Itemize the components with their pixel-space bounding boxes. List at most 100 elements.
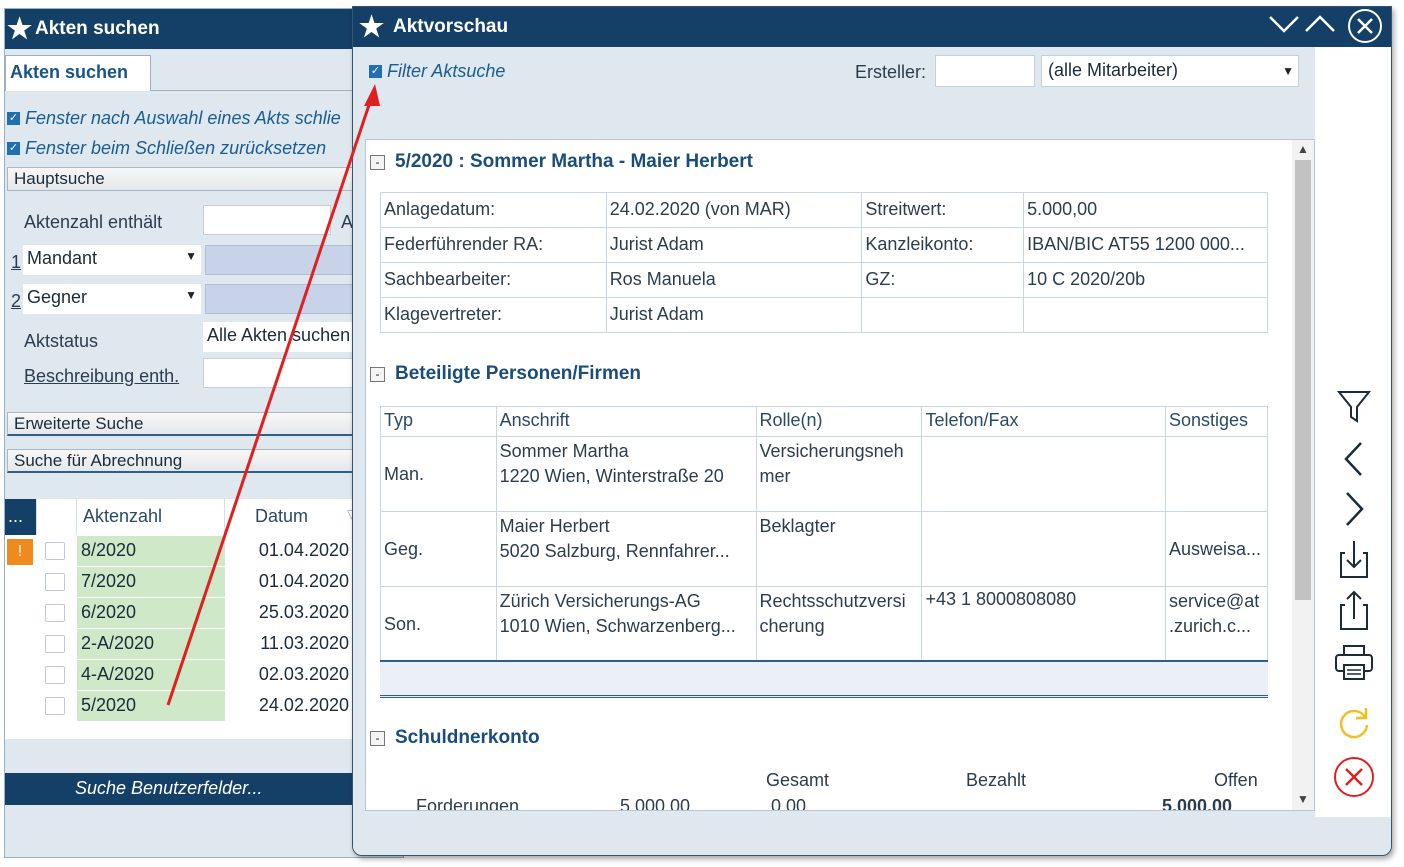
mandant-select[interactable]: Mandant ▼ [23, 245, 201, 275]
ffra-value: Jurist Adam [605, 227, 863, 263]
checkbox-checked-icon[interactable]: ✓ [7, 111, 20, 125]
persons-table: Typ Anschrift Rolle(n) Telefon/Fax Sonst… [380, 406, 1269, 662]
anlagedatum-label: Anlagedatum: [380, 192, 607, 228]
klagevertreter-label: Klagevertreter: [380, 297, 607, 333]
aktstatus-label: Aktstatus [24, 331, 99, 351]
column-header-rolle[interactable]: Rolle(n) [755, 406, 923, 437]
collapse-section-icon[interactable]: - [370, 730, 385, 746]
case-info-table: Anlagedatum: 24.02.2020 (von MAR) Streit… [380, 192, 1268, 333]
print-icon[interactable] [1315, 643, 1391, 688]
rolle-cell: Beklagter [755, 511, 923, 587]
aktenzahl-input[interactable] [203, 205, 331, 235]
aktenzahl-cell: 7/2020 [77, 567, 225, 598]
table-row[interactable]: 2-A/2020 11.03.2020 [5, 629, 403, 660]
star-icon: ★ [7, 13, 33, 44]
collapse-icon[interactable] [1267, 9, 1301, 47]
column-header-icon [37, 499, 77, 535]
case-header[interactable]: - 5/2020 : Sommer Martha - Maier Herbert [370, 148, 753, 176]
vertical-scrollbar[interactable]: ▲ ▼ [1292, 140, 1314, 810]
star-icon: ★ [359, 11, 385, 42]
scroll-down-icon[interactable]: ▼ [1297, 792, 1309, 806]
archive-box-icon [45, 573, 65, 591]
checkbox-checked-icon[interactable]: ✓ [369, 64, 382, 78]
forderungen-gesamt: 5.000,00 [620, 796, 691, 811]
table-row[interactable]: Geg. Maier Herbert 5020 Salzburg, Rennfa… [380, 511, 1269, 587]
chevron-left-icon[interactable] [1315, 439, 1391, 484]
checkbox-checked-icon[interactable]: ✓ [7, 141, 20, 155]
kanzleikonto-label: Kanzleikonto: [861, 227, 1025, 263]
mandant-select-value: Mandant [27, 248, 98, 268]
ffra-label: Federführender RA: [380, 227, 607, 263]
gegner-select[interactable]: Gegner ▼ [23, 284, 201, 314]
sonstiges-cell: service@at .zurich.c... [1164, 586, 1269, 662]
preview-window-title: Aktvorschau [393, 16, 509, 37]
table-row: Klagevertreter: Jurist Adam [380, 297, 1268, 333]
refresh-icon[interactable] [1315, 703, 1391, 748]
search-window: ★ Akten suchen Akten suchen ✓ Fenster na… [4, 8, 404, 858]
extended-search-section[interactable]: Erweiterte Suche [7, 412, 403, 436]
debt-header[interactable]: - Schuldnerkonto [370, 724, 540, 752]
table-row[interactable]: 7/2020 01.04.2020 [5, 567, 403, 598]
scroll-up-icon[interactable]: ▲ [1297, 142, 1309, 156]
table-row[interactable]: 5/2020 24.02.2020 [5, 691, 403, 722]
mitarbeiter-select[interactable]: (alle Mitarbeiter) ▼ [1041, 55, 1299, 87]
preview-window: ★ Aktvorschau ✓ Filter Aktsuche Erstelle… [352, 6, 1392, 856]
streitwert-value: 5.000,00 [1023, 192, 1268, 228]
empty-cell [1023, 297, 1268, 333]
close-after-select-option[interactable]: ✓ Fenster nach Auswahl eines Akts schlie [7, 105, 341, 131]
search-window-title: Akten suchen [35, 18, 160, 39]
preview-window-titlebar: ★ Aktvorschau [353, 7, 1391, 47]
main-search-section[interactable]: Hauptsuche [7, 167, 403, 191]
table-row[interactable]: 4-A/2020 02.03.2020 [5, 660, 403, 691]
aktenzahl-cell: 8/2020 [77, 536, 225, 567]
table-row: Sachbearbeiter: Ros Manuela GZ: 10 C 202… [380, 262, 1268, 298]
expand-icon[interactable] [1303, 9, 1337, 47]
datum-cell: 25.03.2020 [225, 598, 355, 629]
scroll-thumb[interactable] [1295, 160, 1311, 600]
tab-akten-suchen[interactable]: Akten suchen [5, 55, 151, 91]
cancel-icon[interactable] [1315, 755, 1391, 804]
sachbearbeiter-label: Sachbearbeiter: [380, 262, 607, 298]
anschrift-cell: Zürich Versicherungs-AG 1010 Wien, Schwa… [495, 586, 757, 662]
typ-cell: Man. [380, 436, 497, 512]
table-row[interactable]: Son. Zürich Versicherungs-AG 1010 Wien, … [380, 586, 1269, 662]
ersteller-input[interactable] [935, 55, 1035, 87]
debt-col-gesamt: Gesamt [766, 770, 830, 790]
collapse-section-icon[interactable]: - [370, 154, 385, 170]
reset-on-close-option[interactable]: ✓ Fenster beim Schließen zurücksetzen [7, 135, 326, 161]
aktenzahl-cell: 2-A/2020 [77, 629, 225, 660]
archive-box-icon [45, 697, 65, 715]
streitwert-label: Streitwert: [861, 192, 1025, 228]
preview-window-footer [353, 817, 1391, 855]
search-window-titlebar: ★ Akten suchen [5, 9, 403, 49]
aktenzahl-cell: 5/2020 [77, 691, 225, 722]
column-header-anschrift[interactable]: Anschrift [495, 406, 757, 437]
column-header-sonstiges[interactable]: Sonstiges [1164, 406, 1269, 437]
column-header-typ[interactable]: Typ [380, 406, 497, 437]
more-columns-button[interactable]: ... [5, 499, 37, 535]
table-row[interactable]: ! 8/2020 01.04.2020 [5, 536, 403, 567]
filter-aktsuche-option[interactable]: ✓ Filter Aktsuche [369, 58, 505, 84]
chevron-right-icon[interactable] [1315, 489, 1391, 534]
sachbearbeiter-value: Ros Manuela [605, 262, 863, 298]
table-row: Federführender RA: Jurist Adam Kanzleiko… [380, 227, 1268, 263]
billing-search-section[interactable]: Suche für Abrechnung [7, 449, 403, 473]
chevron-down-icon: ▼ [1282, 64, 1294, 78]
collapse-section-icon[interactable]: - [370, 366, 385, 382]
sonstiges-cell: Ausweisa... [1164, 511, 1269, 587]
mitarbeiter-select-value: (alle Mitarbeiter) [1048, 60, 1179, 80]
export-icon[interactable] [1315, 589, 1391, 636]
forderungen-bezahlt: 0,00 [771, 796, 807, 811]
anschrift-cell: Maier Herbert 5020 Salzburg, Rennfahrer.… [495, 511, 757, 587]
archive-box-icon [45, 604, 65, 622]
archive-box-icon [45, 635, 65, 653]
sonstiges-cell [1164, 436, 1269, 512]
user-fields-search-button[interactable]: Suche Benutzerfelder... [5, 773, 403, 805]
table-row[interactable]: Man. Sommer Martha 1220 Wien, Winterstra… [380, 436, 1269, 512]
column-header-aktenzahl[interactable]: Aktenzahl [77, 499, 225, 535]
filter-icon[interactable] [1315, 387, 1391, 432]
table-row[interactable]: 6/2020 25.03.2020 [5, 598, 403, 629]
persons-header[interactable]: - Beteiligte Personen/Firmen [370, 360, 641, 388]
column-header-telefon[interactable]: Telefon/Fax [921, 406, 1166, 437]
import-icon[interactable] [1315, 539, 1391, 586]
